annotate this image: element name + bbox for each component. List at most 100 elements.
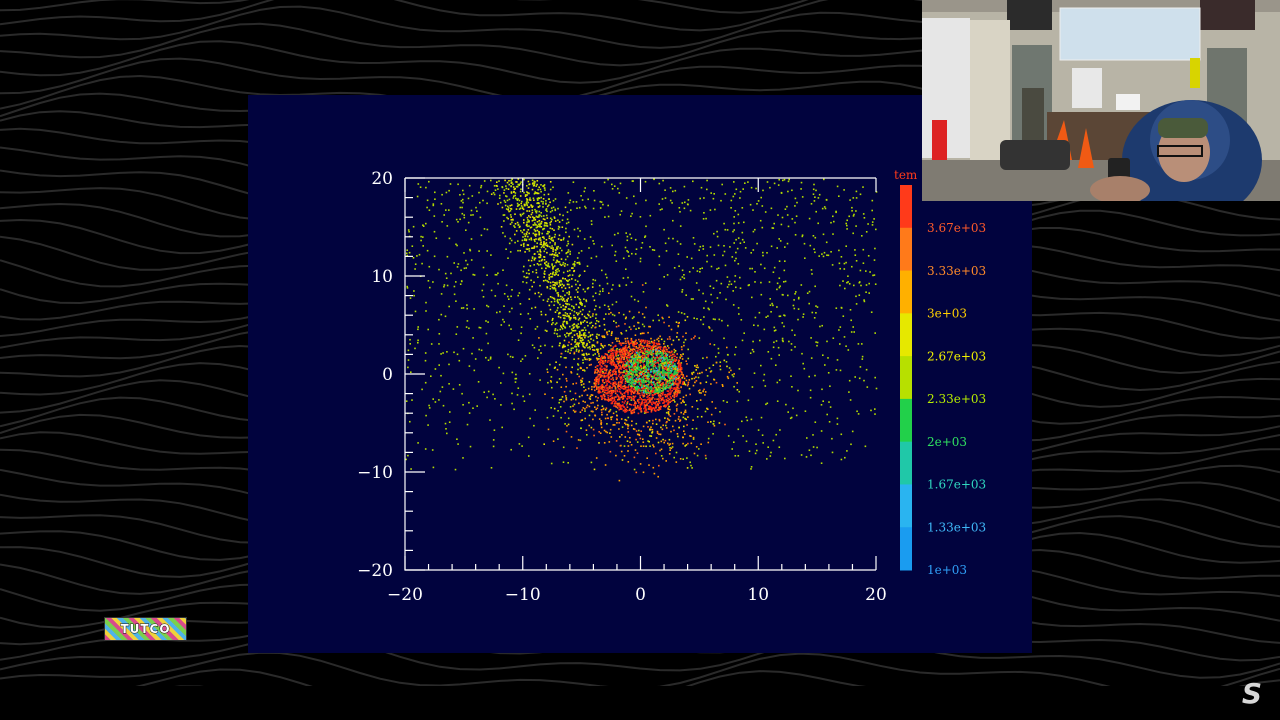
- particle-point: [795, 291, 797, 293]
- particle-point: [657, 475, 659, 478]
- particle-point: [531, 206, 533, 208]
- particle-point: [552, 273, 554, 276]
- particle-point: [533, 281, 535, 284]
- particle-point: [536, 183, 538, 186]
- particle-point: [692, 371, 695, 374]
- particle-point: [512, 186, 515, 188]
- particle-point: [663, 276, 665, 278]
- particle-point: [525, 239, 528, 242]
- particle-point: [623, 402, 626, 404]
- particle-point: [682, 458, 684, 460]
- particle-point: [820, 430, 823, 432]
- particle-point: [540, 190, 542, 193]
- particle-point: [625, 403, 628, 406]
- particle-point: [471, 195, 474, 197]
- particle-point: [441, 386, 444, 388]
- particle-point: [692, 384, 695, 387]
- particle-point: [826, 254, 828, 256]
- particle-point: [611, 401, 614, 404]
- particle-point: [843, 262, 846, 265]
- particle-point: [599, 290, 601, 293]
- particle-point: [828, 401, 830, 403]
- particle-point: [573, 358, 575, 360]
- particle-point: [565, 222, 568, 225]
- particle-point: [476, 405, 478, 407]
- particle-point: [511, 392, 513, 395]
- particle-point: [747, 399, 750, 402]
- particle-point: [704, 300, 707, 303]
- particle-point: [735, 251, 737, 254]
- particle-point: [534, 219, 537, 221]
- particle-point: [556, 283, 558, 285]
- particle-point: [612, 389, 615, 392]
- particle-point: [606, 374, 609, 377]
- particle-point: [560, 306, 562, 308]
- particle-point: [539, 263, 542, 266]
- particle-point: [643, 353, 646, 355]
- particle-point: [669, 199, 672, 202]
- particle-point: [705, 217, 707, 220]
- particle-point: [573, 262, 575, 265]
- particle-point: [557, 302, 560, 304]
- particle-point: [548, 278, 551, 280]
- particle-point: [568, 293, 570, 296]
- particle-point: [536, 180, 539, 182]
- particle-point: [797, 308, 800, 310]
- particle-point: [424, 381, 427, 384]
- particle-point: [579, 274, 581, 276]
- particle-point: [613, 405, 615, 407]
- particle-point: [544, 279, 547, 282]
- particle-point: [634, 350, 637, 352]
- particle-point: [651, 341, 654, 343]
- particle-point: [821, 324, 823, 327]
- particle-point: [816, 344, 818, 347]
- particle-point: [812, 193, 815, 195]
- particle-point: [627, 450, 629, 452]
- particle-point: [577, 313, 579, 316]
- particle-point: [723, 359, 726, 362]
- particle-point: [757, 324, 759, 327]
- particle-point: [457, 263, 460, 265]
- particle-point: [617, 384, 619, 387]
- particle-point: [498, 366, 500, 369]
- particle-point: [490, 254, 492, 256]
- particle-point: [703, 307, 705, 309]
- particle-point: [627, 427, 629, 430]
- particle-point: [640, 410, 643, 413]
- particle-point: [552, 186, 554, 189]
- particle-point: [651, 407, 654, 410]
- particle-point: [449, 183, 452, 185]
- particle-point: [592, 295, 594, 298]
- particle-point: [545, 242, 548, 244]
- particle-point: [434, 368, 437, 370]
- particle-point: [592, 344, 594, 346]
- particle-point: [581, 329, 584, 332]
- particle-point: [696, 400, 698, 402]
- particle-point: [561, 296, 564, 298]
- particle-point: [539, 239, 542, 241]
- particle-point: [569, 250, 571, 253]
- particle-point: [565, 377, 568, 380]
- particle-point: [707, 421, 709, 423]
- particle-point: [667, 412, 670, 415]
- particle-point: [448, 209, 450, 211]
- particle-point: [638, 346, 641, 348]
- particle-point: [446, 225, 449, 227]
- scatter-plot: −20 −10 0 10 2020100−10−20 3.67e+033.33e+033…: [357, 168, 986, 605]
- particle-point: [622, 364, 624, 367]
- particle-point: [616, 414, 618, 417]
- particle-point: [575, 312, 578, 314]
- particle-point: [669, 449, 671, 451]
- particle-point: [684, 404, 687, 406]
- particle-point: [663, 321, 665, 324]
- particle-point: [688, 379, 691, 381]
- particle-point: [539, 251, 542, 253]
- particle-point: [571, 336, 574, 338]
- particle-point: [573, 307, 575, 309]
- particle-point: [574, 339, 577, 341]
- particle-point: [829, 385, 831, 387]
- particle-point: [804, 257, 806, 259]
- particle-point: [731, 374, 734, 376]
- particle-point: [518, 199, 521, 202]
- particle-point: [712, 318, 715, 320]
